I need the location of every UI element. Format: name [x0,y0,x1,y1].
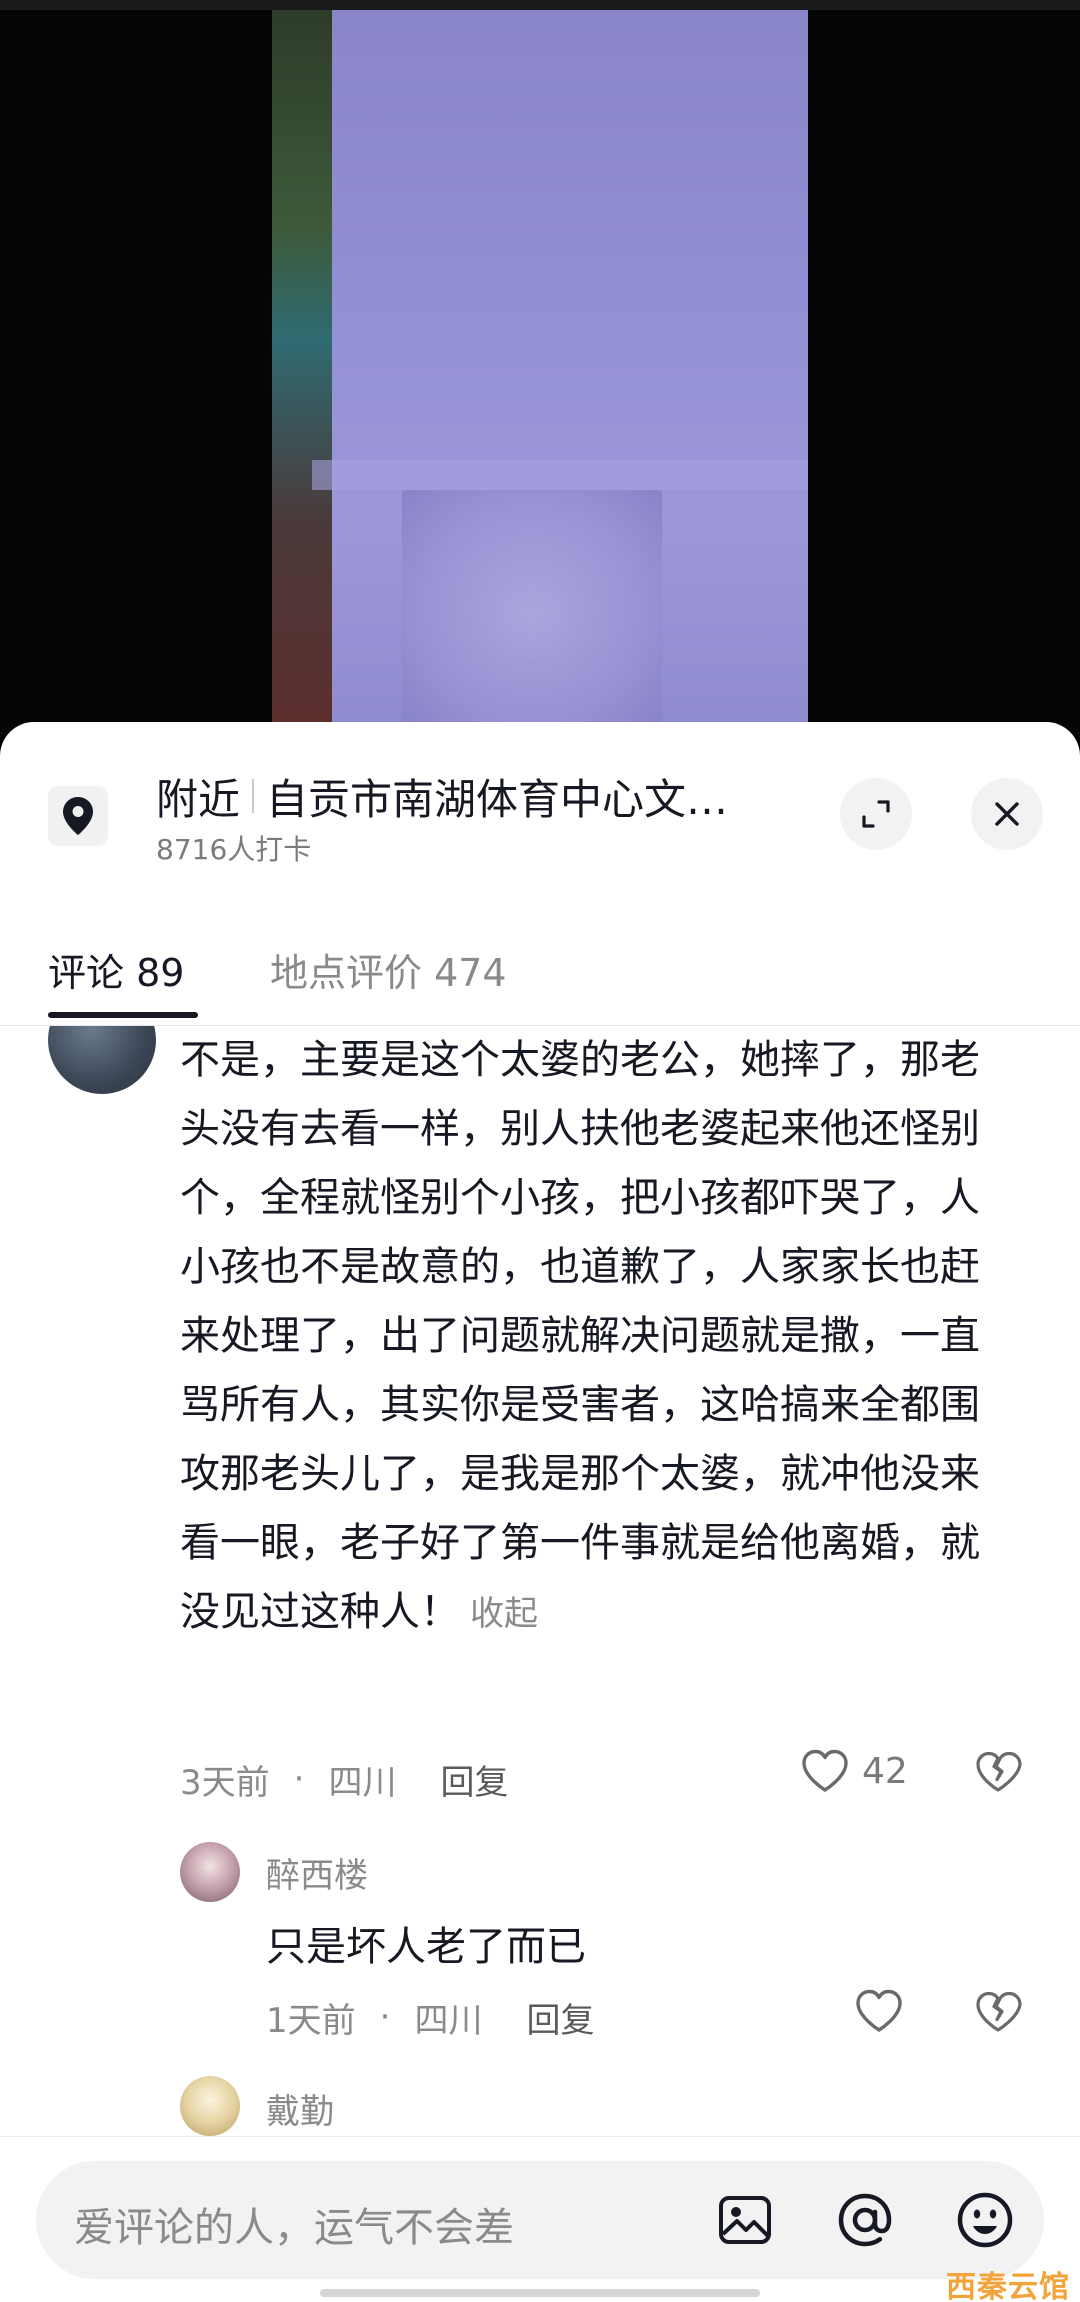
image-icon [719,2196,771,2244]
tab-location-reviews[interactable]: 地点评价 474 [270,942,507,997]
meta-separator: · [379,1997,391,2037]
video-background-scene [272,10,332,740]
close-button[interactable] [971,778,1043,850]
tab-comments[interactable]: 评论 89 [48,942,184,997]
reply-avatar[interactable] [180,2076,240,2136]
broken-heart-icon [976,1991,1022,2032]
location-header: 附近 自贡市南湖体育中心文… 8716人打卡 [0,722,1080,912]
comment-content: 不是，主要是这个太婆的老公，她摔了，那老头没有去看一样，别人扶他老婆起来他还怪别… [180,1037,980,1635]
video-shirt-hem [312,460,808,490]
video-pants [402,490,662,740]
reply-region: 四川 [414,2000,483,2041]
reply-button[interactable]: 回复 [526,1993,594,2042]
reply-author[interactable]: 戴勤 [266,2084,334,2133]
reply-author[interactable]: 醉西楼 [266,1848,368,1897]
dislike-button[interactable] [974,1750,1022,1798]
like-button[interactable]: 42 [800,1748,908,1794]
location-name: 自贡市南湖体育中心文… [266,774,729,824]
mention-button[interactable] [832,2187,898,2253]
video-frame [272,10,808,740]
comment-time: 3天前 [180,1762,270,1803]
video-player[interactable] [0,0,1080,740]
comment-input[interactable]: 爱评论的人，运气不会差 [36,2161,1044,2279]
location-pin-icon [48,786,108,846]
active-tab-indicator [48,1012,198,1018]
comment-list[interactable]: 不是，主要是这个太婆的老公，她摔了，那老头没有去看一样，别人扶他老婆起来他还怪别… [0,1026,1080,2136]
meta-separator: · [293,1759,305,1799]
image-button[interactable] [712,2187,778,2253]
emoji-button[interactable] [952,2187,1018,2253]
reply-button[interactable]: 回复 [440,1755,508,1804]
tab-bar: 评论 89 地点评价 474 [0,912,1080,1026]
expand-button[interactable] [840,778,912,850]
status-strip [0,0,1080,10]
comment-text: 不是，主要是这个太婆的老公，她摔了，那老头没有去看一样，别人扶他老婆起来他还怪别… [180,1026,1010,1649]
comment-meta: 3天前 · 四川 回复 [180,1754,508,1804]
reply-meta: 1天前 · 四川 回复 [266,1992,594,2042]
location-divider [252,779,255,813]
reply-dislike-button[interactable] [974,1990,1022,2038]
broken-heart-icon [976,1751,1022,1792]
comment-region: 四川 [328,1762,397,1803]
reply-avatar[interactable] [180,1842,240,1902]
comment-sheet: 附近 自贡市南湖体育中心文… 8716人打卡 评论 89 地点评价 474 不是… [0,722,1080,2302]
reply-like-button[interactable] [854,1988,904,2034]
location-prefix: 附近 [156,774,241,824]
comment-input-placeholder: 爱评论的人，运气不会差 [74,2205,514,2251]
emoji-icon [957,2192,1013,2248]
home-indicator[interactable] [320,2289,760,2297]
close-icon [995,802,1019,826]
reply-time: 1天前 [266,2000,356,2041]
like-count: 42 [862,1750,908,1792]
location-checkin-count: 8716人打卡 [156,833,312,866]
heart-icon [802,1749,848,1792]
location-title[interactable]: 附近 自贡市南湖体育中心文… [156,766,796,826]
at-icon [838,2193,892,2247]
comment-input-bar: 爱评论的人，运气不会差 [0,2136,1080,2302]
avatar[interactable] [48,1026,156,1094]
heart-icon [856,1989,902,2032]
collapse-link[interactable]: 收起 [470,1594,538,1634]
expand-icon [862,800,890,828]
reply-text: 只是坏人老了而已 [266,1924,586,1970]
watermark: 西秦云馆 [946,2270,1070,2302]
